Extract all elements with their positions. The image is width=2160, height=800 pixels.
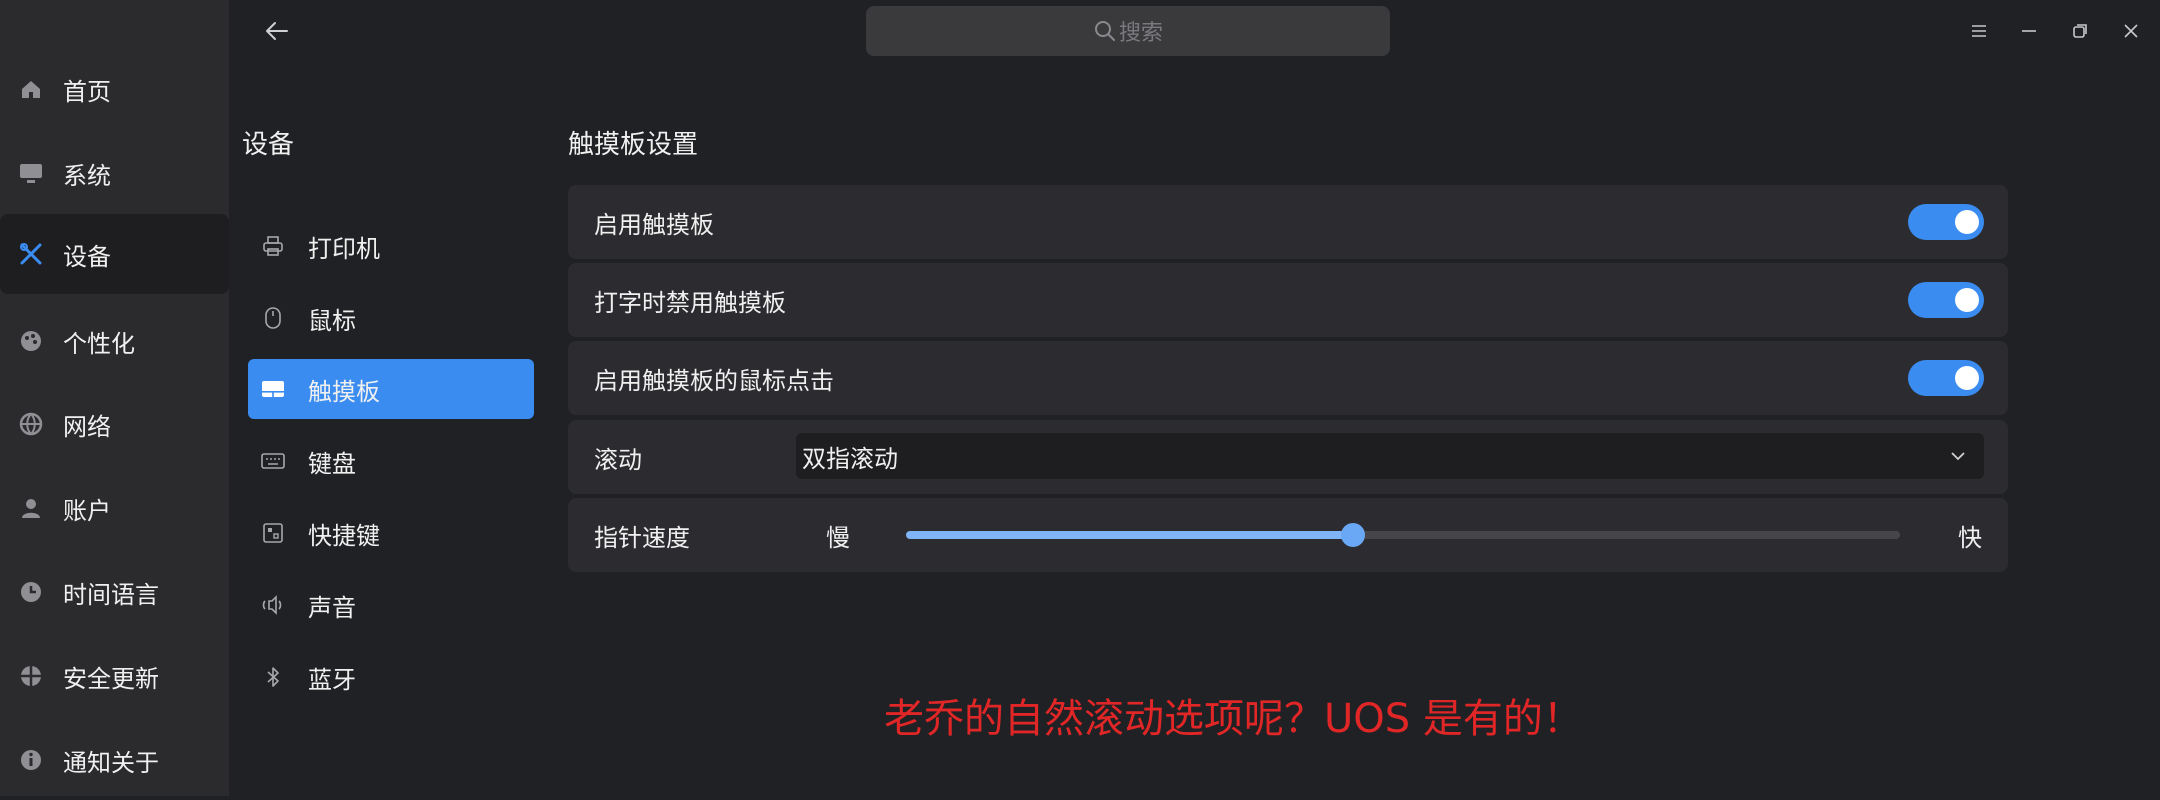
setting-row-scroll: 滚动 双指滚动 — [568, 420, 2008, 494]
toggle-knob — [1955, 210, 1979, 234]
sidebar-item-label: 安全更新 — [63, 664, 159, 693]
device-item-label: 声音 — [308, 593, 356, 622]
page-title: 触摸板设置 — [568, 130, 699, 160]
speaker-icon — [260, 592, 286, 618]
device-item-touchpad[interactable]: 触摸板 — [248, 359, 534, 419]
sidebar-item-notify-about[interactable]: 通知关于 — [0, 720, 229, 800]
sidebar-item-time-language[interactable]: 时间语言 — [0, 552, 229, 632]
close-icon — [2124, 24, 2138, 38]
user-icon — [18, 495, 44, 521]
device-item-label: 触摸板 — [308, 377, 380, 406]
speed-min-label: 慢 — [826, 523, 850, 552]
clock-icon — [18, 579, 44, 605]
scroll-mode-select[interactable]: 双指滚动 — [796, 433, 1984, 479]
setting-row-tap-to-click: 启用触摸板的鼠标点击 — [568, 341, 2008, 415]
setting-label: 滚动 — [594, 445, 642, 474]
enable-touchpad-toggle[interactable] — [1908, 204, 1984, 240]
setting-label: 指针速度 — [594, 523, 690, 552]
device-item-label: 快捷键 — [308, 521, 380, 550]
setting-row-disable-while-typing: 打字时禁用触摸板 — [568, 263, 2008, 337]
touchpad-icon — [260, 376, 286, 402]
sidebar-item-label: 首页 — [63, 77, 111, 106]
restore-icon — [2073, 24, 2087, 38]
shortcut-icon — [260, 520, 286, 546]
setting-label: 启用触摸板 — [594, 210, 714, 239]
restore-button[interactable] — [2065, 16, 2095, 46]
slider-thumb[interactable] — [1341, 523, 1366, 547]
device-item-label: 蓝牙 — [308, 665, 356, 694]
setting-label: 打字时禁用触摸板 — [594, 288, 786, 317]
toggle-knob — [1955, 366, 1979, 390]
info-icon — [18, 747, 44, 773]
tools-icon — [18, 241, 44, 267]
minimize-icon — [2022, 30, 2036, 32]
device-item-sound[interactable]: 声音 — [248, 575, 534, 635]
setting-row-pointer-speed: 指针速度 慢 快 — [568, 498, 2008, 572]
sidebar-item-label: 通知关于 — [63, 748, 159, 777]
toggle-knob — [1955, 288, 1979, 312]
sidebar-item-label: 账户 — [63, 496, 111, 525]
device-item-printer[interactable]: 打印机 — [248, 216, 534, 276]
palette-icon — [18, 328, 44, 354]
sidebar-item-label: 系统 — [63, 161, 111, 190]
section-title: 设备 — [242, 130, 295, 160]
printer-icon — [260, 233, 286, 259]
setting-row-enable-touchpad: 启用触摸板 — [568, 185, 2008, 259]
close-button[interactable] — [2116, 16, 2146, 46]
device-item-label: 键盘 — [308, 449, 356, 478]
device-item-label: 打印机 — [308, 234, 380, 263]
sidebar-item-label: 网络 — [63, 412, 111, 441]
bluetooth-icon — [260, 664, 286, 690]
menu-button[interactable] — [1964, 16, 1994, 46]
mouse-icon — [260, 305, 286, 331]
setting-label: 启用触摸板的鼠标点击 — [594, 366, 834, 395]
search-icon — [1093, 19, 1117, 43]
sidebar-item-label: 时间语言 — [63, 580, 159, 609]
annotation-text: 老乔的自然滚动选项呢？UOS 是有的！ — [884, 696, 1583, 742]
main-sidebar: 首页 系统 设备 个性化 网络 账户 时间语言 安全更新 通知关于 — [0, 0, 229, 796]
device-item-label: 鼠标 — [308, 306, 356, 335]
sidebar-item-personalization[interactable]: 个性化 — [0, 301, 229, 381]
pointer-speed-slider[interactable] — [906, 523, 1900, 547]
tap-to-click-toggle[interactable] — [1908, 360, 1984, 396]
arrow-left-icon — [266, 22, 288, 40]
sidebar-item-home[interactable]: 首页 — [0, 49, 229, 129]
speed-max-label: 快 — [1958, 523, 1982, 552]
disable-while-typing-toggle[interactable] — [1908, 282, 1984, 318]
search-input[interactable]: 搜索 — [866, 6, 1390, 56]
device-item-bluetooth[interactable]: 蓝牙 — [248, 647, 534, 707]
monitor-icon — [18, 160, 44, 186]
sidebar-item-label: 个性化 — [63, 329, 135, 358]
device-item-mouse[interactable]: 鼠标 — [248, 288, 534, 348]
sidebar-item-security-update[interactable]: 安全更新 — [0, 636, 229, 716]
sidebar-item-accounts[interactable]: 账户 — [0, 468, 229, 548]
search-placeholder: 搜索 — [1118, 21, 1163, 46]
sidebar-item-network[interactable]: 网络 — [0, 384, 229, 464]
device-item-keyboard[interactable]: 键盘 — [248, 431, 534, 491]
globe-icon — [18, 411, 44, 437]
chevron-down-icon — [1946, 444, 1970, 468]
back-button[interactable] — [262, 16, 292, 46]
scroll-mode-value: 双指滚动 — [802, 444, 898, 473]
menu-icon — [1972, 25, 1986, 37]
sidebar-item-label: 设备 — [63, 242, 111, 271]
slider-fill — [906, 531, 1354, 539]
home-icon — [18, 76, 44, 102]
sidebar-item-system[interactable]: 系统 — [0, 133, 229, 213]
sidebar-item-devices[interactable]: 设备 — [0, 214, 229, 294]
device-item-shortcuts[interactable]: 快捷键 — [248, 503, 534, 563]
minimize-button[interactable] — [2014, 16, 2044, 46]
keyboard-icon — [260, 448, 286, 474]
shield-globe-icon — [18, 663, 44, 689]
